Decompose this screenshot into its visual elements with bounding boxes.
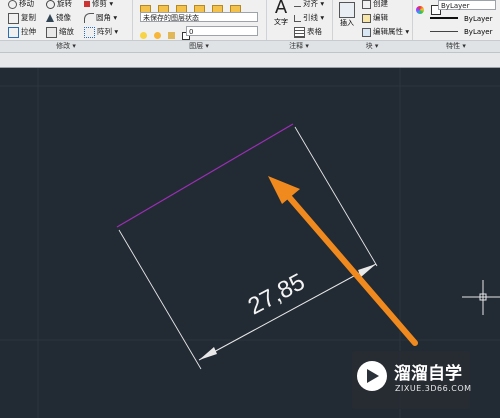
crosshair-cursor-icon — [462, 280, 500, 315]
dimension-arrowhead-right — [358, 264, 376, 277]
dimension-text[interactable]: 27,85 — [244, 268, 310, 320]
ribbon: 移动 旋转 修剪 ▾ 复制 镜像 圆角 ▾ 拉伸 缩放 阵列 ▾ 修改 ▾ 未保… — [0, 0, 500, 53]
stretch-icon — [8, 26, 19, 38]
annotation-panel: A 文字 对齐 ▾ 引线 ▾ 表格 注释 ▾ — [266, 0, 333, 52]
edit-attributes-tool[interactable]: 编辑属性 ▾ — [362, 26, 409, 37]
dimension-arrowhead-left — [199, 347, 217, 360]
table-tool[interactable]: 表格 — [294, 26, 322, 38]
scale-tool[interactable]: 缩放 — [46, 26, 74, 38]
layers-panel-footer[interactable]: 图层 ▾ — [132, 40, 266, 52]
mirror-tool[interactable]: 镜像 — [46, 12, 71, 23]
layer-state-dropdown[interactable]: 未保存的图层状态 — [140, 12, 258, 22]
trim-icon — [84, 1, 90, 7]
dimension-icon — [294, 2, 301, 7]
stretch-tool[interactable]: 拉伸 — [8, 26, 36, 38]
array-tool[interactable]: 阵列 ▾ — [84, 26, 118, 38]
current-layer-dropdown[interactable]: 0 — [186, 26, 258, 36]
leader-tool[interactable]: 引线 ▾ — [294, 12, 324, 23]
unlock-icon — [168, 32, 176, 39]
watermark-url: ZIXUE.3D66.COM — [395, 384, 472, 393]
sun-icon — [154, 32, 162, 39]
text-a-icon: A — [274, 0, 288, 18]
move-icon — [8, 0, 17, 9]
block-panel: 插入 创建 编辑 编辑属性 ▾ 块 ▾ — [332, 0, 413, 52]
array-icon — [84, 26, 95, 38]
extension-line-1 — [118, 229, 202, 370]
extension-line-2 — [294, 126, 378, 267]
orange-pointer-arrow-icon — [268, 176, 418, 346]
create-block-tool[interactable]: 创建 — [362, 0, 388, 9]
linetype-sample — [430, 31, 458, 32]
rotate-tool[interactable]: 旋转 — [46, 0, 72, 9]
fillet-tool[interactable]: 圆角 ▾ — [84, 12, 117, 23]
modify-panel-footer[interactable]: 修改 ▾ — [0, 40, 132, 52]
edit-block-tool[interactable]: 编辑 — [362, 12, 388, 23]
properties-panel: ByLayer ByLayer ByLayer 特性 ▾ — [412, 0, 500, 52]
block-panel-footer[interactable]: 块 ▾ — [332, 40, 412, 52]
table-icon — [294, 26, 305, 38]
properties-panel-footer[interactable]: 特性 ▾ — [412, 40, 500, 52]
fillet-icon — [84, 13, 94, 23]
edit-attributes-icon — [362, 27, 371, 37]
play-logo-icon — [357, 361, 387, 391]
layers-panel: 未保存的图层状态 0 图层 ▾ — [132, 0, 267, 52]
copy-tool[interactable]: 复制 — [8, 12, 36, 24]
lineweight-sample — [430, 17, 458, 19]
create-block-icon — [362, 0, 371, 9]
scale-icon — [46, 26, 57, 38]
measured-line[interactable] — [116, 123, 294, 228]
color-wheel-icon — [416, 5, 424, 14]
text-tool[interactable]: A 文字 — [270, 0, 292, 27]
move-tool[interactable]: 移动 — [8, 0, 34, 9]
watermark-title: 溜溜自学 — [394, 364, 462, 384]
edit-block-icon — [362, 13, 371, 23]
rotate-icon — [46, 0, 55, 9]
leader-icon — [294, 14, 301, 22]
mirror-icon — [46, 14, 54, 22]
lineweight-row: ByLayer — [416, 14, 496, 24]
color-dropdown[interactable]: ByLayer — [438, 0, 496, 10]
trim-tool[interactable]: 修剪 ▾ — [84, 0, 113, 9]
copy-icon — [8, 12, 19, 24]
align-tool[interactable]: 对齐 ▾ — [294, 0, 324, 9]
insert-block-icon — [339, 2, 355, 18]
file-tab-strip — [0, 53, 500, 68]
modify-panel: 移动 旋转 修剪 ▾ 复制 镜像 圆角 ▾ 拉伸 缩放 阵列 ▾ 修改 ▾ — [0, 0, 133, 52]
linetype-row: ByLayer — [416, 27, 496, 37]
insert-tool[interactable]: 插入 — [335, 0, 359, 28]
lightbulb-icon — [140, 32, 147, 39]
watermark: 溜溜自学 ZIXUE.3D66.COM — [352, 351, 472, 409]
annotation-panel-footer[interactable]: 注释 ▾ — [266, 40, 332, 52]
